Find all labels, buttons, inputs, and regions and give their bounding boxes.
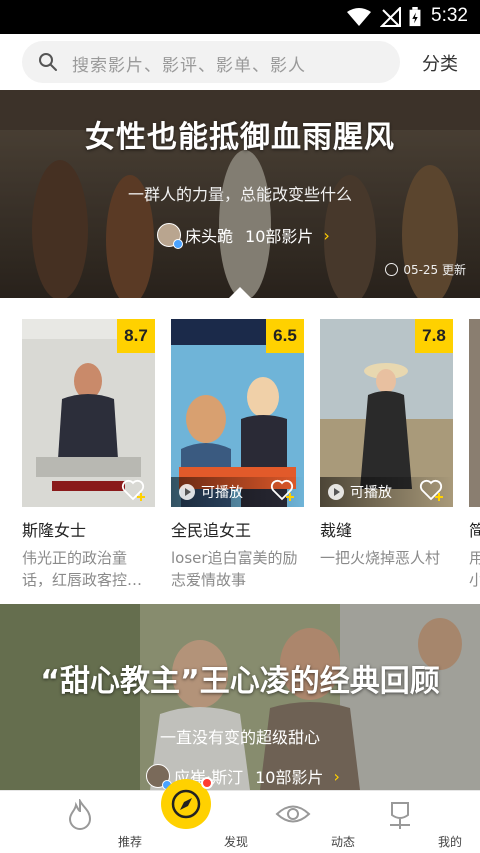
chevron-right-icon: › (333, 766, 340, 786)
search-icon (39, 53, 57, 71)
movie-poster[interactable]: 8.7 (22, 319, 155, 507)
tab-feed[interactable]: 动态 (243, 791, 355, 853)
film-count: 10部影片 (255, 768, 324, 787)
movie-title: 裁缝 (320, 521, 353, 540)
banner-author-link[interactable]: 床头跪 10部影片 › (157, 220, 330, 250)
bottom-navigation: 推荐 发现 动态 我的 (0, 777, 480, 853)
featured-banner[interactable]: 女性也能抵御血雨腥风 一群人的力量，总能改变些什么 床头跪 10部影片 › 05… (0, 90, 480, 298)
heart-add-icon[interactable] (121, 479, 147, 501)
search-header: 搜索影片、影评、影单、影人 分类 (0, 34, 480, 90)
status-time: 5:32 (431, 5, 468, 26)
banner-title: 女性也能抵御血雨腥风 (85, 120, 395, 155)
playable-label: 可播放 (350, 485, 392, 501)
eye-icon (275, 805, 311, 823)
rating-badge: 7.8 (415, 319, 453, 353)
rating-badge: 6.5 (266, 319, 304, 353)
tab-profile[interactable]: 我的 (350, 791, 462, 853)
movie-title: 简 (469, 521, 480, 540)
update-date-text: 05-25 更新 (403, 263, 466, 277)
tab-discover[interactable]: 发现 (136, 777, 248, 853)
poster-image (469, 319, 480, 507)
flame-icon (68, 799, 92, 830)
banner-title: “甜心教主”王心凌的经典回顾 (40, 664, 440, 699)
wifi-icon (347, 8, 371, 26)
tab-recommend[interactable]: 推荐 (30, 791, 142, 853)
rating-badge: 8.7 (117, 319, 155, 353)
movie-poster[interactable]: 7.8 可播放 (320, 319, 453, 507)
movie-card[interactable]: 8.7 斯隆女士 伟光正的政治童话，红唇政客控… (22, 319, 155, 591)
category-button[interactable]: 分类 (422, 50, 458, 76)
movie-description: 伟光正的政治童话，红唇政客控… (22, 549, 143, 589)
author-name: 床头跪 (185, 227, 234, 246)
banner-pointer (229, 287, 251, 298)
notification-dot (201, 777, 213, 789)
update-date: 05-25 更新 (385, 261, 466, 278)
search-placeholder: 搜索影片、影评、影单、影人 (72, 56, 306, 76)
movie-title: 斯隆女士 (22, 521, 87, 540)
movie-description: 一把火烧掉恶人村 (320, 549, 441, 567)
discover-button (161, 777, 213, 829)
movie-description: 用小 (469, 549, 480, 589)
play-icon (328, 484, 344, 500)
heart-add-icon[interactable] (270, 479, 296, 501)
movie-poster[interactable]: 6.5 可播放 (171, 319, 304, 507)
avatar (157, 223, 183, 249)
search-input[interactable]: 搜索影片、影评、影单、影人 (22, 41, 400, 83)
movie-title: 全民追女王 (171, 521, 252, 540)
signal-off-icon (380, 7, 401, 27)
clock-icon (385, 263, 399, 276)
movie-card[interactable]: 简 用小 (469, 319, 480, 591)
heart-add-icon[interactable] (419, 479, 445, 501)
banner-subtitle: 一群人的力量，总能改变些什么 (127, 185, 352, 204)
tab-label: 我的 (437, 835, 462, 849)
battery-charging-icon (409, 7, 421, 27)
chevron-right-icon: › (323, 225, 330, 245)
movie-card[interactable]: 6.5 可播放 全民追女王 loser追白富美的励志爱情故事 (171, 319, 304, 591)
movie-description: loser追白富美的励志爱情故事 (171, 549, 298, 589)
playable-label: 可播放 (201, 485, 243, 501)
status-bar: 5:32 (0, 0, 480, 34)
profile-icon (390, 802, 410, 829)
movie-poster[interactable] (469, 319, 480, 507)
featured-banner[interactable]: “甜心教主”王心凌的经典回顾 一直没有变的超级甜心 应崔·斯汀 10部影片 › (0, 604, 480, 790)
film-count: 10部影片 (245, 227, 314, 246)
verified-badge-icon (173, 239, 183, 249)
movie-list: 8.7 斯隆女士 伟光正的政治童话，红唇政客控… 6.5 可播放 全民追女王 l… (0, 298, 480, 604)
movie-card[interactable]: 7.8 可播放 裁缝 一把火烧掉恶人村 (320, 319, 453, 591)
banner-subtitle: 一直没有变的超级甜心 (159, 728, 320, 747)
play-icon (179, 484, 195, 500)
